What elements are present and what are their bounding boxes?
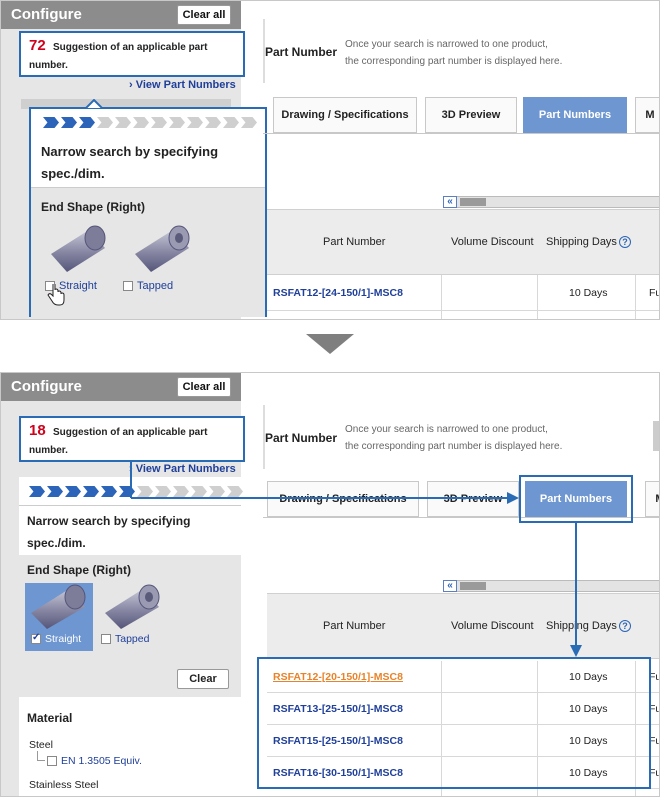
shipping-days-label: Shipping Days (546, 236, 617, 248)
tapped-label: Tapped (137, 280, 174, 292)
tab-more[interactable]: M (635, 97, 659, 133)
popup-pointer (85, 99, 103, 109)
suggestion-box: 72 Suggestion of an applicable part numb… (19, 31, 245, 77)
clear-all-button[interactable]: Clear all (177, 5, 231, 25)
progress-step (241, 117, 257, 128)
arrow-right-icon (507, 492, 519, 504)
spec-popup: Narrow search by specifying spec./dim. E… (29, 107, 267, 317)
col-divider (635, 275, 636, 319)
progress-step (205, 117, 221, 128)
progress-step (151, 117, 167, 128)
progress-step (223, 117, 239, 128)
progress-step (169, 117, 185, 128)
tab-underline (263, 133, 659, 134)
row-extra: Fu (649, 287, 659, 299)
note-line-1: Once your search is narrowed to one prod… (345, 39, 548, 50)
hand-cursor-icon (47, 284, 65, 306)
table-row[interactable]: RSFAT12-[24-150/1]-MSC8 10 Days Fu (267, 275, 659, 311)
view-part-numbers-label: View Part Numbers (135, 79, 236, 91)
tab-3d-preview[interactable]: 3D Preview (425, 97, 517, 133)
col-part-number: Part Number (323, 236, 386, 248)
progress-step (43, 117, 59, 128)
row-part-number[interactable]: RSFAT12-[24-150/1]-MSC8 (273, 287, 403, 299)
narrow-search-text: Narrow search by specifying spec./dim. (41, 144, 219, 181)
tab-part-numbers[interactable]: Part Numbers (523, 97, 627, 133)
progress-step (79, 117, 95, 128)
progress-step (187, 117, 203, 128)
view-part-numbers-link[interactable]: › View Part Numbers (129, 79, 236, 91)
configure-title: Configure (11, 6, 82, 23)
part-number-title: Part Number (265, 45, 338, 59)
row-shipping-days: 10 Days (569, 287, 608, 299)
progress-step (97, 117, 113, 128)
step-before-panel: Configure Clear all 72 Suggestion of an … (0, 0, 660, 320)
col-divider (537, 275, 538, 319)
progress-steps (43, 117, 257, 128)
connector-arrows (130, 461, 582, 657)
progress-step (133, 117, 149, 128)
horizontal-scrollbar[interactable]: « (443, 196, 659, 208)
progress-step (61, 117, 77, 128)
suggestion-text: Suggestion of an applicable part number. (29, 42, 208, 71)
col-divider (441, 275, 442, 319)
scroll-left-button[interactable]: « (443, 196, 457, 208)
tab-drawing-specifications[interactable]: Drawing / Specifications (273, 97, 417, 133)
results-area: Part Number Once your search is narrowed… (263, 1, 659, 319)
help-icon[interactable]: ? (618, 236, 631, 248)
configure-header: Configure Clear all (1, 1, 241, 29)
col-volume-discount: Volume Discount (451, 236, 534, 248)
arrow-down-icon (570, 645, 582, 657)
divider (263, 19, 265, 83)
table-header: Part Number Volume Discount Shipping Day… (267, 209, 659, 275)
part-number-note: Once your search is narrowed to one prod… (345, 36, 562, 70)
tapped-checkbox[interactable] (123, 281, 133, 292)
col-shipping-days: Shipping Days? (546, 236, 631, 248)
step-after-panel: Configure Clear all Narrow search by spe… (0, 372, 660, 797)
end-shape-title: End Shape (Right) (41, 200, 145, 214)
tapped-option[interactable]: Tapped (123, 280, 173, 292)
end-shape-section: End Shape (Right) Straight Tapped (31, 187, 265, 317)
progress-step (115, 117, 131, 128)
note-line-2: the corresponding part number is display… (345, 56, 563, 67)
scroll-thumb[interactable] (460, 198, 486, 206)
step-arrow-icon (306, 334, 354, 354)
